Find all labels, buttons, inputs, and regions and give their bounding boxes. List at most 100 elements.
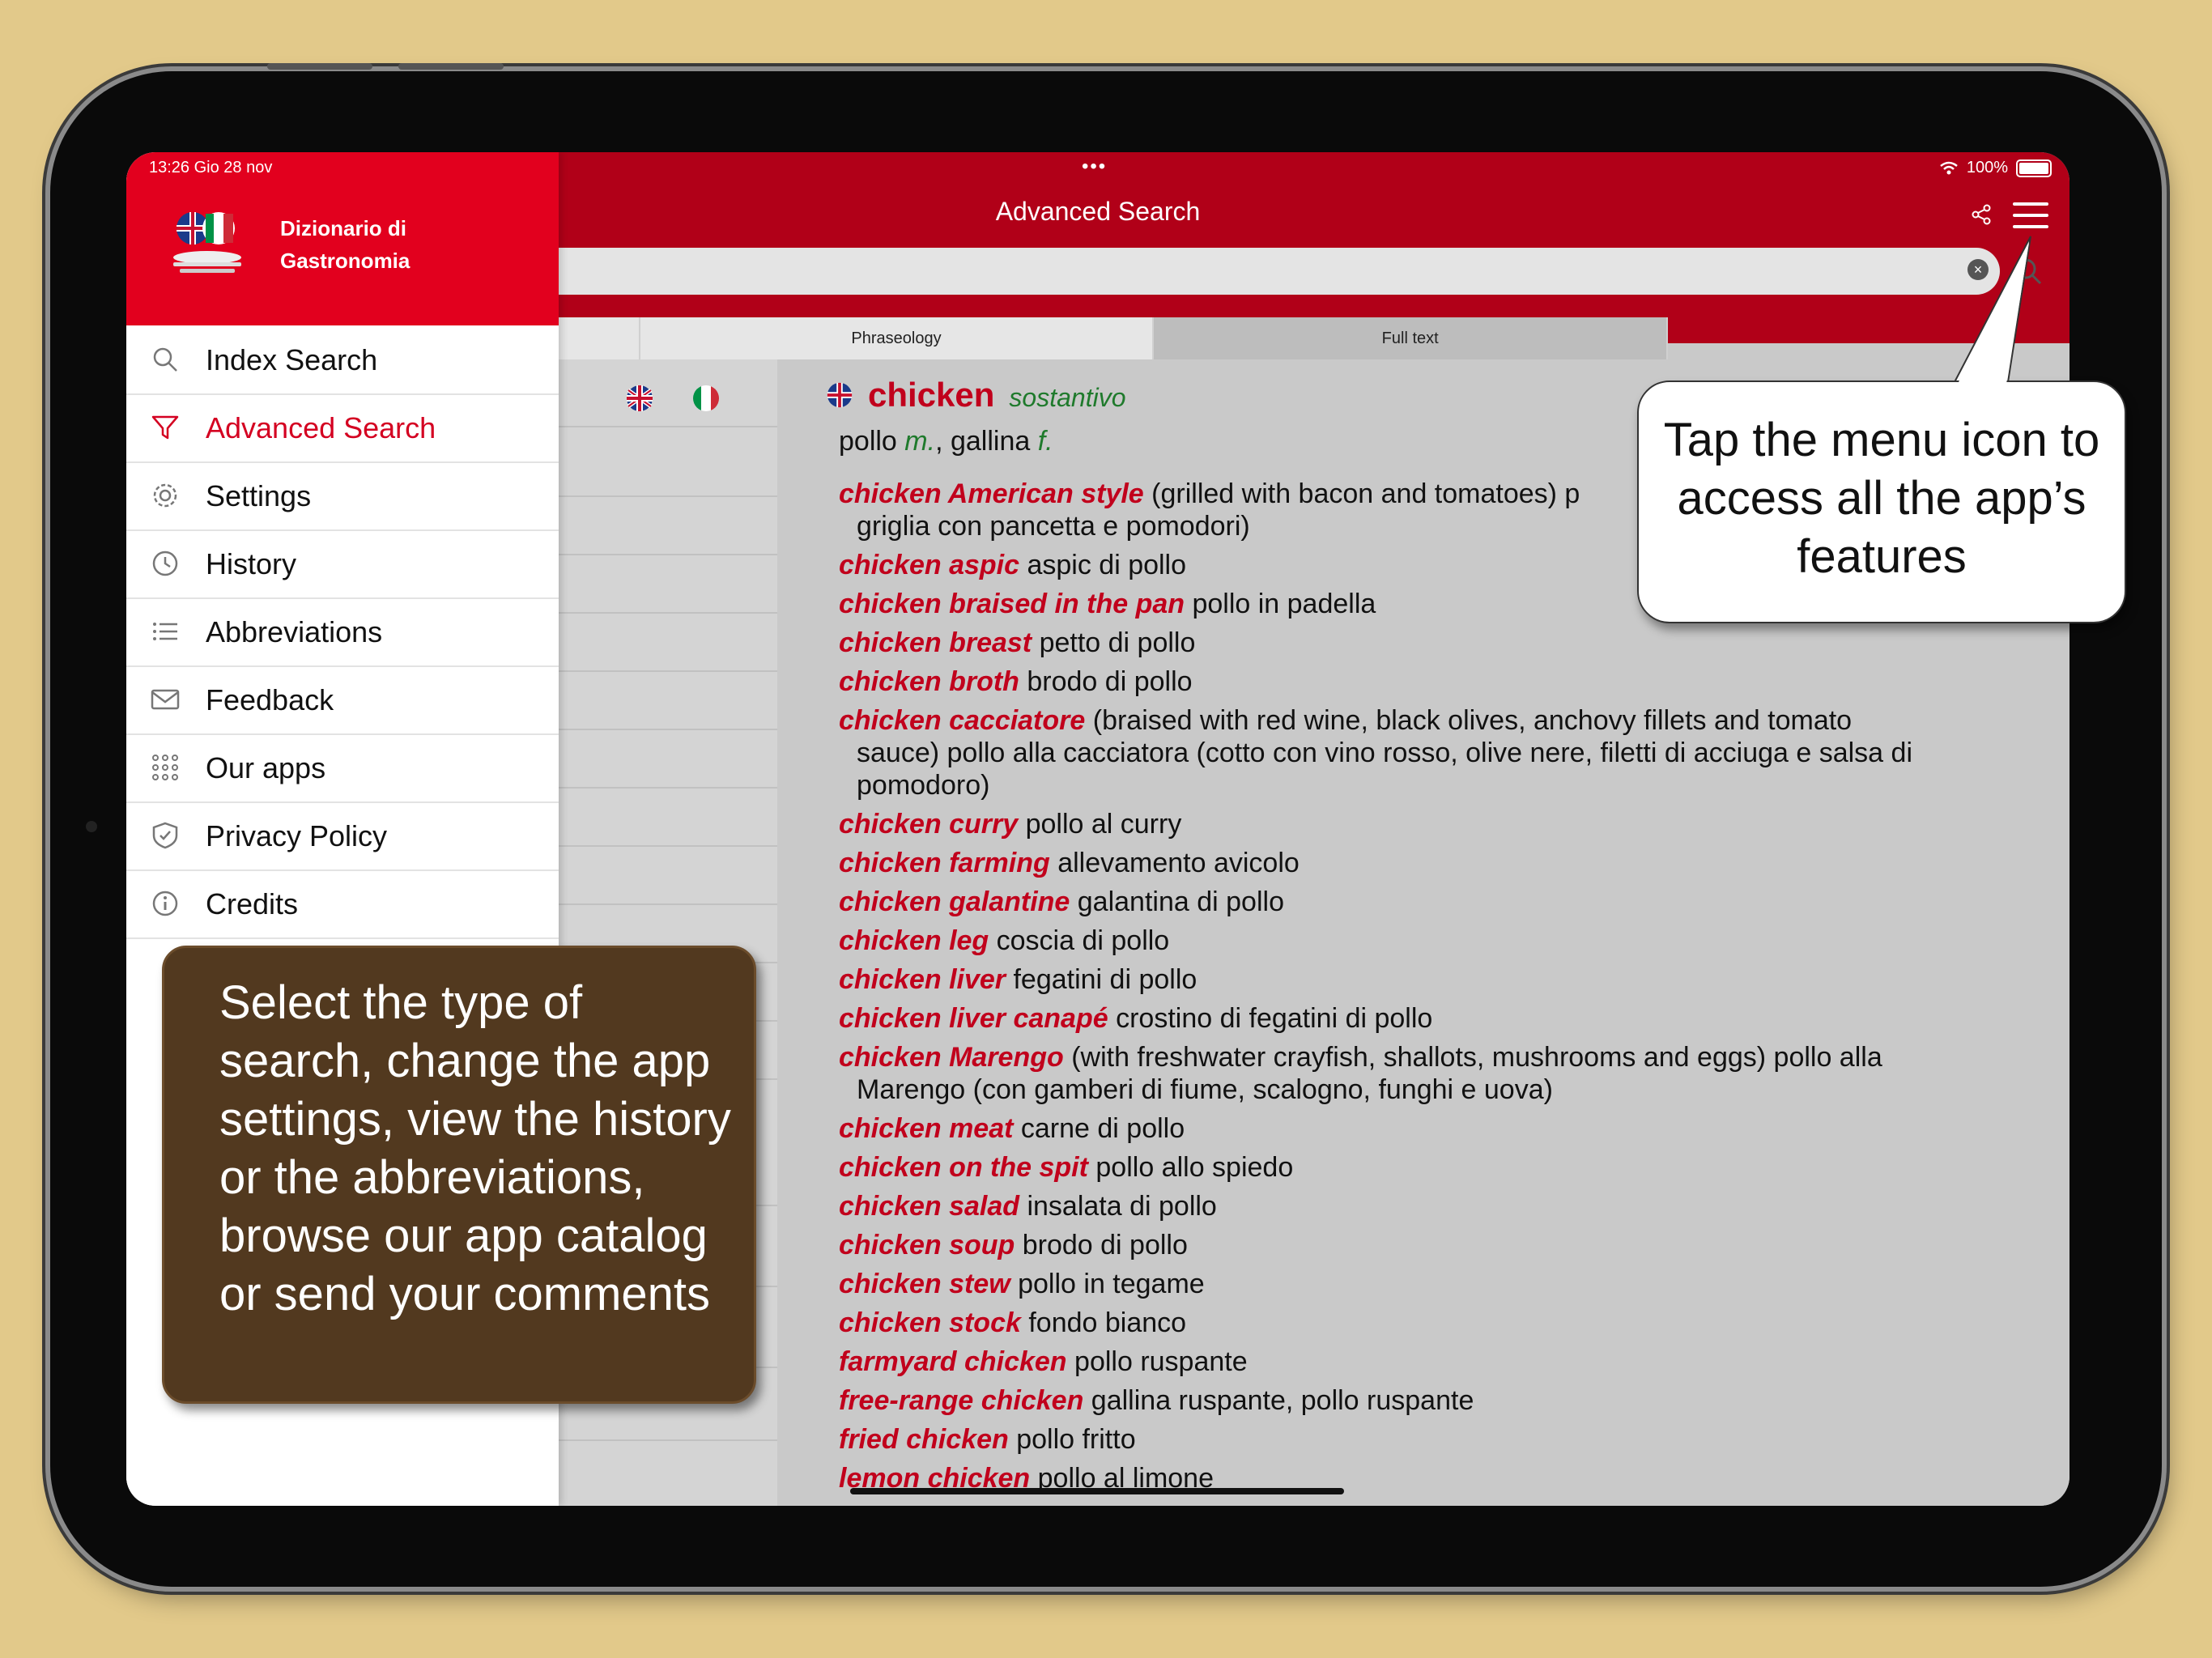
phrase-translation: pollo fritto [1008,1424,1136,1455]
phrase-translation-continued: Marengo (con gamberi di fiume, scalogno,… [857,1074,1553,1105]
list-item[interactable]: chicken soup brodo di pollo [839,1229,2013,1261]
phrase-translation: insalata di pollo [1019,1191,1217,1222]
list-item[interactable]: chicken liver canapé crostino di fegatin… [839,1002,2013,1035]
phrase-translation: galantina di pollo [1070,886,1284,917]
sidebar-item-our-apps[interactable]: Our apps [126,735,559,803]
phrase-translation: brodo di pollo [1019,666,1193,697]
status-right: 100% [1939,159,2052,177]
mail-icon [151,689,180,710]
phrase-term: chicken meat [839,1113,1014,1144]
list-item[interactable]: chicken breast petto di pollo [839,627,2013,659]
phrase-translation: fegatini di pollo [1006,964,1197,995]
list-item[interactable]: chicken curry pollo al curry [839,808,2013,840]
sidebar-item-history[interactable]: History [126,531,559,599]
list-divider [559,787,777,789]
side-menu-header: 13:26 Gio 28 nov Dizionario di Gastronom… [126,152,559,325]
phrase-translation-continued: sauce) pollo alla cacciatora (cotto con … [857,738,1913,768]
list-item[interactable]: chicken leg coscia di pollo [839,925,2013,957]
phrase-term: chicken soup [839,1230,1015,1261]
phrase-translation: gallina ruspante, pollo ruspante [1083,1385,1474,1416]
phrase-translation: coscia di pollo [989,925,1170,956]
phrase-translation: (grilled with bacon and tomatoes) p [1143,478,1580,509]
phrase-term: chicken cacciatore [839,705,1086,736]
phrase-translation: crostino di fegatini di pollo [1108,1003,1433,1034]
sidebar-item-settings[interactable]: Settings [126,463,559,531]
list-item[interactable]: chicken salad insalata di pollo [839,1190,2013,1222]
sidebar-item-index-search[interactable]: Index Search [126,327,559,395]
sidebar-item-advanced-search[interactable]: Advanced Search [126,395,559,463]
phrase-term: free-range chicken [839,1385,1084,1416]
list-item[interactable]: chicken on the spit pollo allo spiedo [839,1151,2013,1184]
info-icon [152,891,178,916]
phrase-term: chicken breast [839,627,1032,658]
sidebar-item-credits[interactable]: Credits [126,871,559,939]
phrase-term: chicken salad [839,1191,1020,1222]
italy-flag-icon[interactable] [691,384,721,413]
list-item[interactable]: chicken meat carne di pollo [839,1112,2013,1145]
list-item[interactable]: free-range chicken gallina ruspante, pol… [839,1384,2013,1417]
sidebar-item-abbreviations[interactable]: Abbreviations [126,599,559,667]
phrase-term: chicken galantine [839,886,1070,917]
search-icon[interactable] [2013,256,2045,288]
shield-icon [152,822,178,849]
list-divider [559,670,777,672]
gear-icon [153,483,177,508]
multitask-dots[interactable]: ••• [1082,155,1107,178]
uk-flag-icon[interactable] [625,384,654,413]
list-item[interactable]: chicken stock fondo bianco [839,1307,2013,1339]
grid-icon [152,755,178,780]
list-item[interactable]: chicken stew pollo in tegame [839,1268,2013,1300]
list-divider [559,554,777,555]
phrase-translation: pollo allo spiedo [1087,1152,1294,1183]
status-time: 13:26 Gio 28 nov [149,159,273,176]
phrase-term: farmyard chicken [839,1346,1067,1377]
list-item[interactable]: farmyard chicken pollo ruspante [839,1346,2013,1378]
phrase-term: chicken curry [839,809,1019,840]
list-item[interactable]: chicken cacciatore (braised with red win… [839,704,2013,801]
list-icon [153,623,177,640]
list-divider [559,729,777,730]
phrase-translation: (braised with red wine, black olives, an… [1085,705,1853,736]
filter-icon [151,415,179,440]
part-of-speech: sostantivo [1009,383,1126,412]
phrase-translation: brodo di pollo [1015,1230,1188,1261]
list-item[interactable]: chicken broth brodo di pollo [839,665,2013,698]
search-icon [153,347,177,372]
share-icon[interactable] [1969,202,1993,227]
hamburger-menu-icon[interactable] [2013,202,2048,230]
sidebar-item-feedback[interactable]: Feedback [126,667,559,735]
list-item[interactable]: fried chicken pollo fritto [839,1423,2013,1456]
phrase-term: chicken on the spit [839,1152,1088,1183]
list-item[interactable]: chicken galantine galantina di pollo [839,886,2013,918]
phrase-translation: pollo in padella [1185,589,1376,619]
battery-percent: 100% [1966,159,2008,176]
phrase-term: fried chicken [839,1424,1009,1455]
phrase-translation: allevamento avicolo [1049,848,1300,878]
home-indicator[interactable] [850,1488,1344,1494]
phrase-term: chicken aspic [839,550,1020,580]
tab-full-text[interactable]: Full text [1154,317,1669,359]
phrase-translation: (with freshwater crayfish, shallots, mus… [1063,1042,1882,1073]
phrase-term: chicken leg [839,925,989,956]
history-icon [152,551,178,576]
camera [86,821,97,832]
clear-search-button[interactable]: × [1967,259,1989,280]
phrase-term: chicken stock [839,1307,1021,1338]
callout-side-menu: Select the type of search, change the ap… [162,946,756,1404]
phrase-translation: pollo in tegame [1010,1269,1205,1299]
list-divider [559,612,777,614]
list-item[interactable]: chicken Marengo (with freshwater crayfis… [839,1041,2013,1106]
sidebar-item-privacy-policy[interactable]: Privacy Policy [126,803,559,871]
volume-button [267,63,372,70]
phrase-term: chicken Marengo [839,1042,1064,1073]
phrase-translation: aspic di pollo [1019,550,1187,580]
list-item[interactable]: chicken liver fegatini di pollo [839,963,2013,996]
phrase-translation: fondo bianco [1020,1307,1187,1338]
list-item[interactable]: chicken farming allevamento avicolo [839,847,2013,879]
tab-phraseology[interactable]: Phraseology [640,317,1155,359]
app-name: Dizionario di Gastronomia [280,216,410,273]
battery-icon [2016,159,2052,177]
list-divider [559,903,777,905]
volume-button [398,63,504,70]
phrase-translation-continued: pomodoro) [857,770,990,801]
